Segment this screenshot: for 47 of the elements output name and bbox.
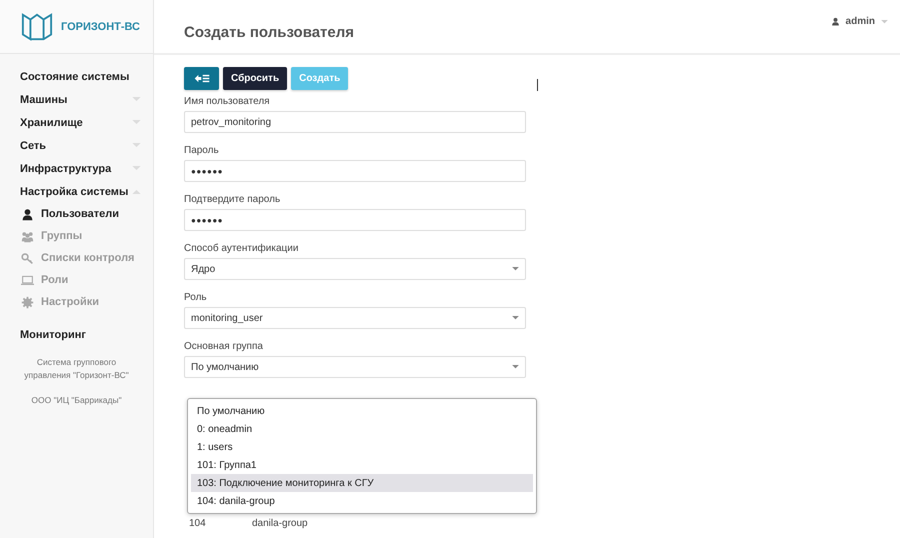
table-cell-text: 104 [189, 518, 207, 528]
dropdown-option[interactable]: 104: danila-group [191, 492, 533, 510]
caret-icon [881, 20, 888, 24]
menu-item[interactable]: Хранилище [0, 111, 153, 134]
field-label: Способ аутентификации [184, 243, 300, 254]
logo-icon [21, 10, 53, 42]
group-icon [21, 230, 34, 242]
gear-icon [21, 296, 34, 308]
footer-text: ООО "ИЦ "Баррикады" [30, 394, 123, 406]
field-label: Роль [184, 292, 208, 303]
caret-icon [512, 316, 519, 320]
caret-icon [512, 365, 519, 369]
arrow-list-icon [194, 74, 210, 82]
dropdown-option[interactable]: 0: oneadmin [191, 420, 533, 438]
password-field[interactable]: ●●●●●● [184, 209, 526, 231]
menu-item[interactable]: Машины [0, 88, 153, 111]
page-title: Создать пользователя [184, 23, 354, 41]
caret-icon [512, 267, 519, 271]
select-field[interactable]: monitoring_user [184, 307, 526, 329]
field-label: Подтвердите пароль [184, 194, 282, 205]
submenu-item[interactable]: Пользователи [0, 203, 153, 225]
brand-name: ГОРИЗОНТ-ВС [61, 20, 140, 32]
password-field[interactable]: ●●●●●● [184, 160, 526, 182]
select-field[interactable]: Ядро [184, 258, 526, 280]
text-field[interactable]: petrov_monitoring [184, 111, 526, 133]
field-label: Основная группа [184, 341, 264, 352]
user-menu[interactable]: admin [830, 16, 888, 27]
table-cell: danila-group [252, 518, 308, 528]
back-to-list-button[interactable] [184, 66, 219, 90]
menu-item[interactable]: Инфраструктура [0, 157, 153, 180]
field-label: Пароль [184, 145, 220, 156]
key-icon [21, 252, 34, 264]
footer-text: Система группового управления "Горизонт-ВС" [23, 356, 130, 382]
dropdown-option[interactable]: 1: users [191, 438, 533, 456]
field-label: Имя пользователя [184, 96, 271, 107]
menu-item[interactable]: Настройка системы [0, 180, 153, 203]
dropdown-option[interactable]: 101: Группа1 [191, 456, 533, 474]
dropdown-option[interactable]: По умолчанию [191, 402, 533, 420]
menu-item[interactable]: Сеть [0, 134, 153, 157]
user-icon [830, 17, 840, 26]
menu-item[interactable]: Мониторинг [0, 323, 153, 346]
monitor-icon [21, 274, 34, 286]
menu-item[interactable]: Состояние системы [0, 65, 153, 88]
reset-button[interactable]: Сбросить [223, 66, 288, 90]
user-icon [21, 208, 34, 220]
dropdown-option[interactable]: 103: Подключение мониторинга к СГУ [191, 474, 533, 492]
select-field[interactable]: По умолчанию [184, 356, 526, 378]
